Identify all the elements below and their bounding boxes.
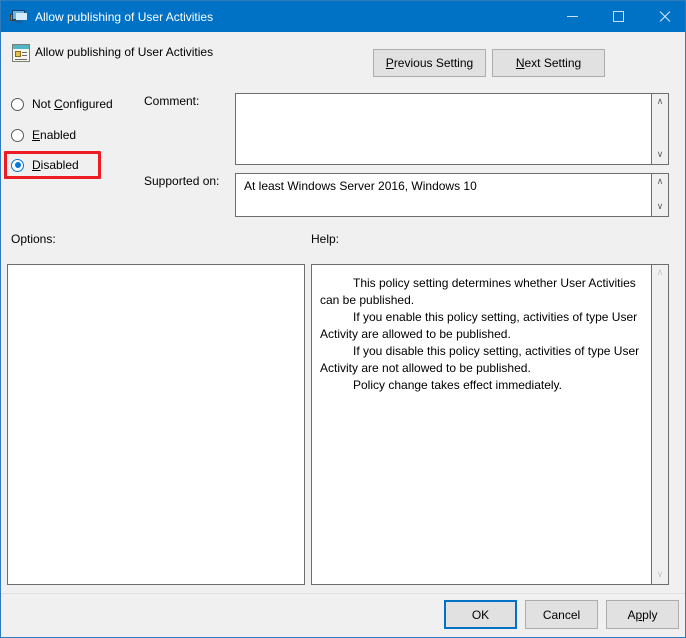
scroll-up-icon[interactable]: ∧	[652, 94, 669, 111]
previous-setting-accel: P	[385, 56, 394, 70]
comment-label: Comment:	[144, 94, 200, 108]
radio-not-configured-label: Not Configured	[32, 97, 113, 111]
radio-not-configured[interactable]: Not Configured	[11, 95, 113, 113]
cancel-button[interactable]: Cancel	[525, 600, 598, 629]
comment-input[interactable]: ∧ ∨	[235, 93, 669, 165]
close-icon	[658, 10, 671, 23]
help-panel: This policy setting determines whether U…	[311, 264, 669, 585]
computer-monitor-icon	[10, 9, 27, 25]
options-label: Options:	[11, 232, 56, 246]
help-paragraph: If you enable this policy setting, activ…	[320, 310, 638, 341]
next-setting-accel: N	[515, 56, 525, 70]
close-button[interactable]	[641, 1, 685, 32]
scroll-up-icon[interactable]: ∧	[652, 174, 669, 191]
group-policy-setting-icon	[12, 44, 30, 62]
policy-name-label: Allow publishing of User Activities	[35, 45, 214, 59]
help-paragraph: Policy change takes effect immediately.	[353, 378, 562, 392]
next-setting-label-rest: ext Setting	[524, 56, 582, 70]
help-scrollbar[interactable]: ∧ ∨	[651, 265, 668, 584]
radio-enabled[interactable]: Enabled	[11, 126, 76, 144]
previous-setting-button[interactable]: Previous Setting	[373, 49, 486, 77]
supported-on-field: At least Windows Server 2016, Windows 10…	[235, 173, 669, 217]
help-text: This policy setting determines whether U…	[320, 275, 642, 394]
apply-label-post: ply	[642, 607, 658, 622]
scroll-down-icon[interactable]: ∨	[652, 567, 669, 584]
minimize-icon	[566, 16, 578, 17]
window-title: Allow publishing of User Activities	[35, 9, 214, 24]
previous-setting-label-rest: revious Setting	[393, 56, 474, 70]
supported-on-label: Supported on:	[144, 174, 220, 188]
radio-enabled-label: Enabled	[32, 128, 77, 142]
next-setting-button[interactable]: Next Setting	[492, 49, 605, 77]
radio-not-configured-mark	[11, 97, 24, 111]
apply-accel: p	[635, 607, 643, 622]
apply-button[interactable]: Ap ply	[606, 600, 679, 629]
title-bar: Allow publishing of User Activities	[1, 1, 685, 32]
scroll-up-icon[interactable]: ∧	[652, 265, 669, 282]
ok-button[interactable]: OK	[444, 600, 517, 629]
policy-setting-dialog: Allow publishing of User Activities Allo…	[0, 0, 686, 638]
help-label: Help:	[311, 232, 340, 246]
apply-label-pre: A	[627, 607, 636, 622]
help-paragraph: This policy setting determines whether U…	[320, 276, 636, 307]
minimize-button[interactable]	[549, 1, 595, 32]
radio-enabled-mark	[11, 128, 24, 142]
options-panel[interactable]	[7, 264, 305, 585]
scroll-down-icon[interactable]: ∨	[652, 147, 669, 164]
footer-divider	[2, 593, 685, 594]
supported-on-value: At least Windows Server 2016, Windows 10	[244, 179, 477, 193]
supported-on-scrollbar[interactable]: ∧ ∨	[651, 174, 668, 216]
maximize-icon	[612, 11, 624, 22]
help-paragraph: If you disable this policy setting, acti…	[320, 344, 640, 375]
scroll-down-icon[interactable]: ∨	[652, 199, 669, 216]
maximize-button[interactable]	[595, 1, 641, 32]
comment-scrollbar[interactable]: ∧ ∨	[651, 94, 668, 164]
disabled-selection-highlight	[4, 151, 101, 179]
